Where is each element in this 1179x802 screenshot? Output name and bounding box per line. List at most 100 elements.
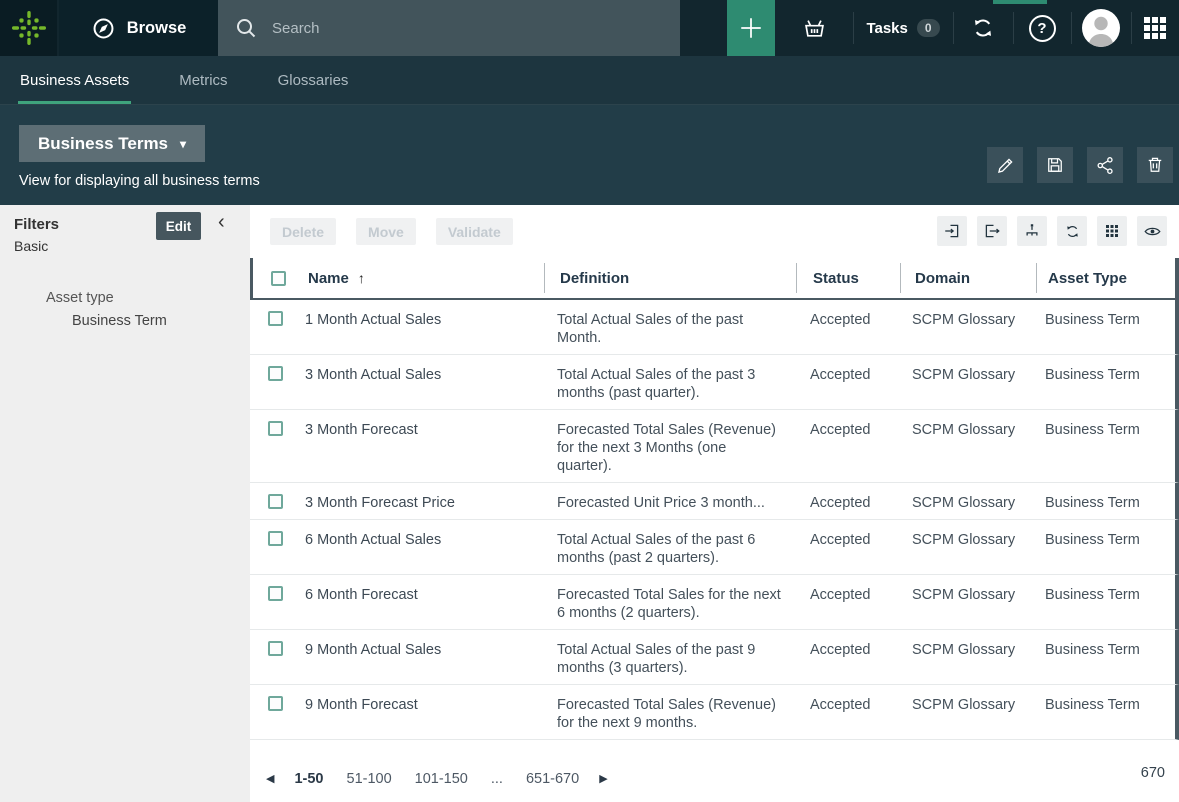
asset-type: Business Term <box>1033 520 1175 574</box>
asset-name-link[interactable]: 3 Month Actual Sales <box>300 355 541 409</box>
hierarchy-button[interactable] <box>1017 216 1047 246</box>
edit-filters-button[interactable]: Edit <box>156 212 201 240</box>
asset-domain-link[interactable]: SCPM Glossary <box>897 575 1033 629</box>
edit-view-button[interactable] <box>987 147 1023 183</box>
next-page-button[interactable]: ▶ <box>599 772 607 785</box>
next-page-icon: ▶ <box>599 773 607 785</box>
asset-definition: Forecasted Total Sales for the next 6 mo… <box>541 575 793 629</box>
row-checkbox[interactable] <box>268 421 283 436</box>
table-row[interactable]: 6 Month Forecast Forecasted Total Sales … <box>250 575 1179 630</box>
row-checkbox[interactable] <box>268 696 283 711</box>
page-ellipsis: ... <box>491 771 503 787</box>
search-bar[interactable] <box>218 0 680 56</box>
asset-domain-link[interactable]: SCPM Glossary <box>897 300 1033 354</box>
user-avatar-button[interactable] <box>1071 0 1131 56</box>
collapse-sidebar-button[interactable]: ‹ <box>218 211 225 234</box>
asset-type: Business Term <box>1033 630 1175 684</box>
column-header-asset-type[interactable]: Asset Type <box>1036 258 1175 298</box>
view-options-button[interactable] <box>1137 216 1167 246</box>
filter-group: Asset type Business Term <box>0 290 250 329</box>
search-input[interactable] <box>272 20 612 37</box>
tab-label: Glossaries <box>278 72 349 89</box>
asset-status: Accepted <box>793 520 897 574</box>
row-checkbox[interactable] <box>268 586 283 601</box>
column-header-status[interactable]: Status <box>796 258 900 298</box>
asset-name-link[interactable]: 3 Month Forecast <box>300 410 541 482</box>
asset-domain-link[interactable]: SCPM Glossary <box>897 483 1033 519</box>
delete-view-button[interactable] <box>1137 147 1173 183</box>
asset-name-link[interactable]: 9 Month Forecast <box>300 685 541 739</box>
row-checkbox[interactable] <box>268 531 283 546</box>
tab-business-assets[interactable]: Business Assets <box>20 56 129 104</box>
save-icon <box>1045 155 1065 175</box>
asset-domain-link[interactable]: SCPM Glossary <box>897 630 1033 684</box>
save-view-button[interactable] <box>1037 147 1073 183</box>
table-row[interactable]: 1 Month Actual Sales Total Actual Sales … <box>250 300 1179 355</box>
asset-definition: Total Actual Sales of the past 3 months … <box>541 355 793 409</box>
asset-domain-link[interactable]: SCPM Glossary <box>897 410 1033 482</box>
tasks-count-badge: 0 <box>917 19 940 37</box>
share-view-button[interactable] <box>1087 147 1123 183</box>
create-asset-button[interactable] <box>727 0 775 56</box>
activities-sync-button[interactable] <box>953 0 1013 56</box>
avatar <box>1082 9 1120 47</box>
asset-status: Accepted <box>793 300 897 354</box>
basket-icon <box>801 15 828 42</box>
select-all-checkbox[interactable] <box>271 271 286 286</box>
apps-grid-button[interactable] <box>1131 0 1179 56</box>
filter-value-business-term[interactable]: Business Term <box>0 313 250 329</box>
table-row[interactable]: 9 Month Forecast Forecasted Total Sales … <box>250 685 1179 740</box>
topbar-actions: Tasks 0 ? <box>727 0 1179 56</box>
table-row[interactable]: 9 Month Actual Sales Total Actual Sales … <box>250 630 1179 685</box>
asset-definition: Forecasted Unit Price 3 month... <box>541 483 793 519</box>
export-button[interactable] <box>977 216 1007 246</box>
assets-table: Name ↑ Definition Status Domain Asset Ty… <box>250 258 1179 755</box>
move-button[interactable]: Move <box>356 218 416 245</box>
row-checkbox[interactable] <box>268 366 283 381</box>
tasks-button[interactable]: Tasks 0 <box>853 0 953 56</box>
asset-definition: Total Actual Sales of the past Month. <box>541 300 793 354</box>
refresh-button[interactable] <box>1057 216 1087 246</box>
row-checkbox[interactable] <box>268 311 283 326</box>
row-checkbox[interactable] <box>268 641 283 656</box>
search-icon <box>234 16 258 40</box>
collibra-logo[interactable] <box>0 0 57 56</box>
browse-menu-button[interactable]: Browse <box>59 0 218 56</box>
asset-domain-link[interactable]: SCPM Glossary <box>897 520 1033 574</box>
column-header-domain[interactable]: Domain <box>900 258 1036 298</box>
validate-button[interactable]: Validate <box>436 218 513 245</box>
topbar-spacer <box>680 0 727 56</box>
prev-page-button[interactable]: ◀ <box>266 772 274 785</box>
main-content: Delete Move Validate <box>250 205 1179 802</box>
table-row[interactable]: 3 Month Forecast Forecasted Total Sales … <box>250 410 1179 483</box>
asset-name-link[interactable]: 9 Month Actual Sales <box>300 630 541 684</box>
tab-glossaries[interactable]: Glossaries <box>278 56 349 104</box>
row-checkbox[interactable] <box>268 494 283 509</box>
table-row[interactable]: 3 Month Actual Sales Total Actual Sales … <box>250 355 1179 410</box>
asset-name-link[interactable]: 1 Month Actual Sales <box>300 300 541 354</box>
column-header-definition[interactable]: Definition <box>544 258 796 298</box>
view-selector-dropdown[interactable]: Business Terms ▾ <box>19 125 205 162</box>
help-button[interactable]: ? <box>1013 0 1071 56</box>
asset-name-link[interactable]: 6 Month Forecast <box>300 575 541 629</box>
column-header-name[interactable]: Name ↑ <box>303 258 544 298</box>
asset-name-link[interactable]: 6 Month Actual Sales <box>300 520 541 574</box>
table-row[interactable]: 6 Month Actual Sales Total Actual Sales … <box>250 520 1179 575</box>
table-row[interactable]: 3 Month Forecast Price Forecasted Unit P… <box>250 483 1179 520</box>
page-link-1-50[interactable]: 1-50 <box>294 771 323 787</box>
asset-type: Business Term <box>1033 685 1175 739</box>
import-button[interactable] <box>937 216 967 246</box>
table-body: 1 Month Actual Sales Total Actual Sales … <box>250 300 1179 740</box>
grid-icon <box>1104 223 1120 239</box>
asset-name-link[interactable]: 3 Month Forecast Price <box>300 483 541 519</box>
page-link-651-670[interactable]: 651-670 <box>526 771 579 787</box>
asset-domain-link[interactable]: SCPM Glossary <box>897 355 1033 409</box>
basket-button[interactable] <box>775 0 853 56</box>
help-icon: ? <box>1029 15 1056 42</box>
delete-button[interactable]: Delete <box>270 218 336 245</box>
tab-metrics[interactable]: Metrics <box>179 56 227 104</box>
page-link-101-150[interactable]: 101-150 <box>415 771 468 787</box>
asset-domain-link[interactable]: SCPM Glossary <box>897 685 1033 739</box>
grid-view-button[interactable] <box>1097 216 1127 246</box>
page-link-51-100[interactable]: 51-100 <box>347 771 392 787</box>
